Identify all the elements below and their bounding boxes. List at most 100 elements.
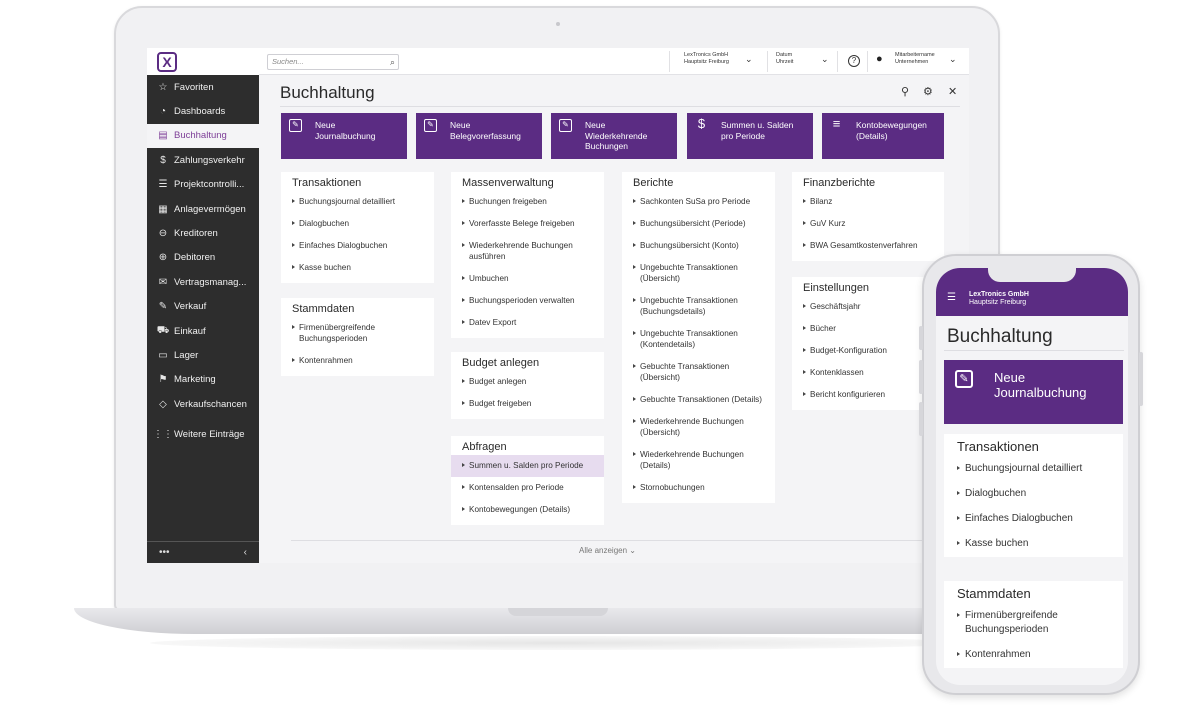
list-item[interactable]: Budget freigeben <box>451 393 604 415</box>
sidebar-item-buchhaltung[interactable]: ▤ Buchhaltung <box>147 123 259 149</box>
card-title: Massenverwaltung <box>462 177 554 189</box>
date-time-selector[interactable]: Datum Uhrzeit <box>776 52 793 72</box>
tile-label-line: Kontobewegungen <box>856 120 927 130</box>
list-item[interactable]: Umbuchen <box>451 268 604 290</box>
phone-tile-neue-journalbuchung[interactable]: ✎ Neue Journalbuchung <box>944 360 1123 424</box>
phone-side-button <box>919 402 923 436</box>
list-item[interactable]: Gebuchte Transaktionen (Übersicht) <box>622 356 775 389</box>
tile-label-line: Journalbuchung <box>315 130 376 141</box>
close-icon[interactable]: ✕ <box>948 85 957 98</box>
search-icon[interactable]: ⌕ <box>390 55 395 69</box>
list-item[interactable]: GuV Kurz <box>792 213 944 235</box>
list-item[interactable]: Kontensalden pro Periode <box>451 477 604 499</box>
list-item[interactable]: Ungebuchte Transaktionen (Buchungsdetail… <box>622 290 775 323</box>
user-menu[interactable]: Mitarbeitername Unternehmen <box>895 52 935 72</box>
dollar-icon: $ <box>160 154 166 166</box>
list-item[interactable]: Wiederkehrende Buchungen (Übersicht) <box>622 411 775 444</box>
laptop-screen: X ☆ Favoriten ◔ Dashboards ▤ Buchhaltung $ Z… <box>147 48 969 563</box>
list-item[interactable]: Datev Export <box>451 312 604 334</box>
list-item[interactable]: Firmenübergreifende Buchungsperioden <box>944 604 1123 643</box>
card-massenverwaltung: Massenverwaltung Buchungen freigeben Vor… <box>451 172 604 338</box>
list-item[interactable]: Budget anlegen <box>451 371 604 393</box>
list-item[interactable]: Stornobuchungen <box>622 477 775 499</box>
card-title: Budget anlegen <box>462 357 540 369</box>
list-item[interactable]: Buchungsübersicht (Periode) <box>622 213 775 235</box>
tile-neue-journalbuchung[interactable]: ✎ Neue Journalbuchung <box>281 113 407 159</box>
list-item[interactable]: BWA Gesamtkostenverfahren <box>792 235 944 257</box>
sidebar-item-einkauf[interactable]: ⛟ Einkauf <box>147 319 259 343</box>
chevron-down-icon[interactable]: ⌄ <box>745 54 753 65</box>
logo-area[interactable]: X <box>147 48 259 75</box>
sidebar-item-weitere-eintraege[interactable]: ⋮⋮ Weitere Einträge <box>147 422 259 446</box>
list-item-selected[interactable]: Summen u. Salden pro Periode <box>451 455 604 477</box>
tile-label-line: (Details) <box>856 130 888 141</box>
list-item[interactable]: Wiederkehrende Buchungen ausführen <box>451 235 604 268</box>
sidebar-item-anlagevermoegen[interactable]: ▦ Anlagevermögen <box>147 197 259 221</box>
tile-kontobewegungen[interactable]: ≡ Kontobewegungen (Details) <box>822 113 944 159</box>
search-input[interactable]: Suchen... ⌕ <box>267 54 399 70</box>
card-title: Abfragen <box>462 441 507 453</box>
tile-label-line: Journalbuchung <box>994 385 1087 400</box>
company-selector[interactable]: LexTronics GmbH Hauptsitz Freiburg <box>684 52 729 72</box>
show-all-link[interactable]: Alle anzeigen ⌄ <box>579 546 636 555</box>
help-icon[interactable]: ? <box>848 55 860 67</box>
list-item[interactable]: Einfaches Dialogbuchen <box>281 235 434 257</box>
list-item[interactable]: Buchungsübersicht (Konto) <box>622 235 775 257</box>
sidebar-item-marketing[interactable]: ⚑ Marketing <box>147 368 259 392</box>
phone-screen: ☰ LexTronics GmbH Hauptsitz Freiburg Buc… <box>936 268 1128 685</box>
list-item[interactable]: Dialogbuchen <box>281 213 434 235</box>
card-abfragen: Abfragen Summen u. Salden pro Periode Ko… <box>451 436 604 525</box>
sidebar-item-dashboards[interactable]: ◔ Dashboards <box>147 99 259 123</box>
gear-icon[interactable]: ⚙ <box>923 85 933 98</box>
sidebar-item-kreditoren[interactable]: ⊖ Kreditoren <box>147 221 259 245</box>
list-item[interactable]: Ungebuchte Transaktionen (Kontendetails) <box>622 323 775 356</box>
list-item[interactable]: Buchungsjournal detailliert <box>281 191 434 213</box>
list-item[interactable]: Kasse buchen <box>944 532 1123 557</box>
list-item[interactable]: Sachkonten SuSa pro Periode <box>622 191 775 213</box>
user-avatar-icon[interactable]: ● <box>876 53 883 65</box>
list-item[interactable]: Ungebuchte Transaktionen (Übersicht) <box>622 257 775 290</box>
pin-icon[interactable]: ⚲ <box>901 85 909 98</box>
list-item[interactable]: Bilanz <box>792 191 944 213</box>
list-item[interactable]: Kontobewegungen (Details) <box>451 499 604 521</box>
edit-icon: ✎ <box>158 301 168 313</box>
sidebar-item-verkauf[interactable]: ✎ Verkauf <box>147 295 259 319</box>
sidebar-item-lager[interactable]: ▭ Lager <box>147 343 259 367</box>
list-item[interactable]: Buchungen freigeben <box>451 191 604 213</box>
user-company: Unternehmen <box>895 59 929 65</box>
hamburger-menu-icon[interactable]: ☰ <box>947 292 956 303</box>
sidebar-item-projektcontrolling[interactable]: ☰ Projektcontrolli... <box>147 173 259 197</box>
list-item[interactable]: Einfaches Dialogbuchen <box>944 507 1123 532</box>
sidebar-item-verkaufschancen[interactable]: ◇ Verkaufschancen <box>147 392 259 416</box>
tile-summen-salden[interactable]: $ Summen u. Salden pro Periode <box>687 113 813 159</box>
list-item[interactable]: Dialogbuchen <box>944 482 1123 507</box>
card-title: Finanzberichte <box>803 177 876 189</box>
sidebar-item-label: Buchhaltung <box>174 130 227 142</box>
sidebar-item-debitoren[interactable]: ⊕ Debitoren <box>147 246 259 270</box>
list-item[interactable]: Kontenrahmen <box>944 643 1123 668</box>
list-item[interactable]: Buchungsperioden verwalten <box>451 290 604 312</box>
tile-neue-wiederkehrende-buchungen[interactable]: ✎ Neue Wiederkehrende Buchungen <box>551 113 677 159</box>
sidebar-item-zahlungsverkehr[interactable]: $ Zahlungsverkehr <box>147 148 259 172</box>
more-dots-icon[interactable]: ••• <box>159 547 170 558</box>
list-item[interactable]: Wiederkehrende Buchungen (Details) <box>622 444 775 477</box>
chevron-down-icon[interactable]: ⌄ <box>821 54 829 65</box>
company-location: Hauptsitz Freiburg <box>969 299 1027 306</box>
sidebar-item-favoriten[interactable]: ☆ Favoriten <box>147 75 259 99</box>
list-item[interactable]: Kasse buchen <box>281 257 434 279</box>
card-title: Berichte <box>633 177 674 189</box>
collapse-sidebar-icon[interactable]: ‹ <box>244 547 247 558</box>
list-item[interactable]: Kontenrahmen <box>281 350 434 372</box>
sidebar-item-vertragsmanagement[interactable]: ✉ Vertragsmanag... <box>147 270 259 294</box>
sidebar-item-label: Favoriten <box>174 81 214 93</box>
camera-icon <box>556 22 560 26</box>
list-item[interactable]: Buchungsjournal detailliert <box>944 457 1123 482</box>
list-item[interactable]: Vorerfasste Belege freigeben <box>451 213 604 235</box>
app-logo[interactable]: X <box>157 51 177 72</box>
tile-neue-belegvorerfassung[interactable]: ✎ Neue Belegvorerfassung <box>416 113 542 159</box>
list-item[interactable]: Firmenübergreifende Buchungsperioden <box>281 317 434 350</box>
plus-circle-icon: ⊕ <box>158 252 168 264</box>
list-item[interactable]: Gebuchte Transaktionen (Details) <box>622 389 775 411</box>
chevron-down-icon[interactable]: ⌄ <box>949 54 957 65</box>
phone-company-selector[interactable]: LexTronics GmbH Hauptsitz Freiburg <box>969 291 1029 307</box>
